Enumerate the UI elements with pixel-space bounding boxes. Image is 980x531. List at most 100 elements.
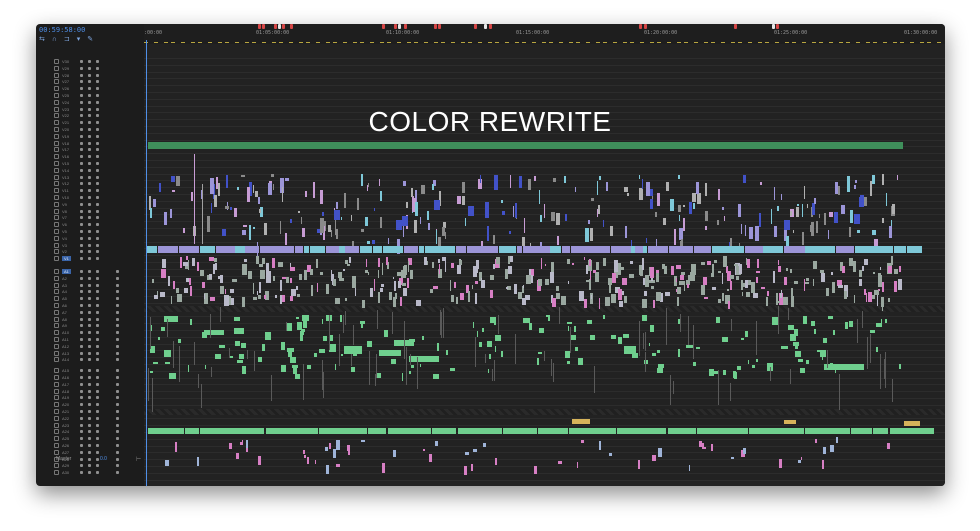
edit-point[interactable] [770, 367, 772, 381]
edit-point[interactable] [838, 374, 840, 410]
audio-clip[interactable] [419, 363, 421, 368]
audio-clip[interactable] [224, 289, 226, 294]
audio-clip[interactable] [595, 262, 600, 271]
mic-icon[interactable] [116, 437, 119, 441]
audio-clip[interactable] [707, 261, 712, 266]
video-clip[interactable] [273, 246, 288, 253]
video-clip[interactable] [770, 209, 772, 224]
solo-icon[interactable] [96, 344, 99, 348]
video-clip[interactable] [557, 236, 560, 245]
audio-clip[interactable] [336, 463, 340, 467]
audio-clip[interactable] [314, 460, 317, 464]
video-clip[interactable] [178, 246, 200, 253]
audio-clip[interactable] [713, 370, 718, 374]
mute-icon[interactable] [88, 310, 91, 314]
audio-clip[interactable] [475, 280, 479, 285]
sync-lock-icon[interactable] [80, 444, 83, 447]
audio-clip[interactable] [303, 455, 306, 459]
solo-icon[interactable] [96, 416, 99, 420]
solo-icon[interactable] [96, 403, 99, 407]
sync-lock-icon[interactable] [80, 196, 83, 199]
audio-clip[interactable] [310, 284, 314, 297]
eye-icon[interactable] [96, 141, 99, 145]
audio-clip[interactable] [187, 259, 190, 270]
video-clip[interactable] [330, 230, 333, 238]
solo-icon[interactable] [96, 331, 99, 335]
audio-clip[interactable] [590, 295, 593, 300]
video-clip[interactable] [182, 227, 186, 234]
video-clip[interactable] [794, 246, 805, 253]
mute-icon[interactable] [88, 304, 91, 307]
edit-point[interactable] [172, 341, 174, 369]
audio-clip[interactable] [481, 328, 485, 332]
mute-icon[interactable] [88, 338, 91, 341]
audio-clip[interactable] [651, 286, 654, 289]
audio-clip[interactable] [300, 333, 303, 341]
solo-icon[interactable] [96, 444, 99, 447]
edit-point[interactable] [485, 354, 487, 364]
video-clip[interactable] [281, 187, 284, 203]
lock-icon[interactable] [54, 249, 59, 255]
marker-icon[interactable] [404, 24, 407, 29]
audio-clip[interactable] [711, 263, 713, 274]
video-clip[interactable] [435, 229, 438, 245]
video-clip[interactable] [647, 246, 669, 253]
edit-point[interactable] [491, 369, 493, 382]
eye-icon[interactable] [96, 73, 99, 77]
music-clip[interactable] [387, 428, 431, 434]
audio-clip[interactable] [649, 324, 654, 333]
audio-clip[interactable] [679, 274, 684, 280]
audio-clip[interactable] [744, 279, 748, 289]
video-clip[interactable] [377, 246, 383, 253]
audio-clip[interactable] [756, 271, 760, 274]
audio-clip[interactable] [790, 269, 792, 274]
video-clip[interactable] [218, 183, 220, 196]
adjustment-layer-clip[interactable] [148, 142, 903, 149]
lock-icon[interactable] [54, 350, 59, 356]
toggle-output-icon[interactable] [88, 73, 91, 77]
video-clip[interactable] [234, 208, 238, 218]
eye-icon[interactable] [96, 80, 99, 84]
audio-clip[interactable] [263, 295, 267, 300]
audio-clip[interactable] [522, 284, 525, 288]
audio-clip[interactable] [844, 291, 847, 300]
audio-clip[interactable] [260, 269, 265, 280]
mic-icon[interactable] [116, 270, 119, 273]
video-clip[interactable] [668, 246, 673, 253]
audio-clip[interactable] [526, 274, 532, 284]
video-clip[interactable] [610, 226, 614, 237]
audio-clip[interactable] [438, 263, 440, 275]
sync-lock-icon[interactable] [80, 410, 83, 413]
video-clip[interactable] [243, 224, 247, 228]
video-clip[interactable] [642, 179, 644, 190]
lock-icon[interactable] [54, 282, 59, 288]
marker-icon[interactable] [644, 24, 647, 29]
video-clip[interactable] [680, 238, 684, 243]
audio-clip[interactable] [293, 368, 297, 374]
audio-clip[interactable] [339, 315, 342, 322]
audio-clip[interactable] [827, 315, 833, 319]
audio-clip[interactable] [722, 336, 729, 343]
video-clip[interactable] [880, 246, 894, 253]
audio-clip[interactable] [294, 373, 301, 379]
audio-clip[interactable] [702, 443, 705, 450]
edit-point[interactable] [286, 321, 288, 331]
audio-clip[interactable] [423, 448, 425, 452]
audio-clip[interactable] [477, 330, 479, 337]
audio-clip[interactable] [589, 335, 596, 341]
video-clip[interactable] [272, 184, 275, 191]
audio-clip[interactable] [744, 331, 748, 337]
audio-clip[interactable] [679, 280, 684, 286]
audio-clip[interactable] [507, 256, 511, 265]
video-clip[interactable] [279, 221, 282, 235]
video-clip[interactable] [344, 192, 346, 208]
audio-clip[interactable] [814, 329, 817, 335]
audio-clip[interactable] [677, 349, 680, 357]
edit-point[interactable] [680, 313, 682, 332]
mute-icon[interactable] [88, 331, 91, 335]
video-clip[interactable] [372, 240, 375, 245]
edit-point[interactable] [201, 383, 203, 409]
audio-clip[interactable] [394, 281, 397, 291]
sync-lock-icon[interactable] [80, 310, 83, 314]
sync-lock-icon[interactable] [80, 416, 83, 420]
